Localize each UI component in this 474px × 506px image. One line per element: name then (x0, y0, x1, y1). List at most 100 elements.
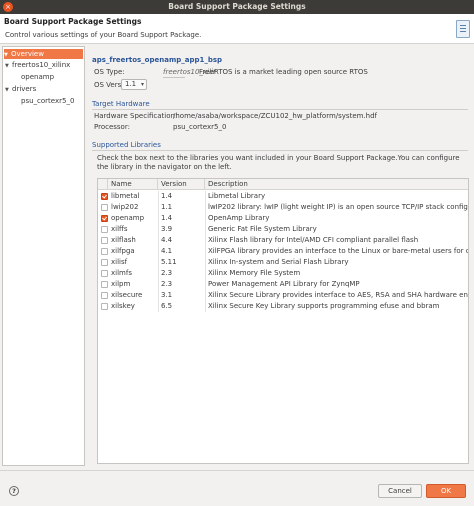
library-name: xilisf (111, 258, 128, 266)
library-description: lwIP202 library: lwIP (light weight IP) … (208, 203, 469, 211)
column-divider (205, 191, 206, 202)
column-divider (158, 279, 159, 290)
library-description: Libmetal Library (208, 192, 266, 200)
table-row[interactable]: xilffs 3.9 Generic Fat File System Library (98, 224, 468, 235)
hardware-spec-value: /home/asaba/workspace/ZCU102_hw_platform… (173, 112, 378, 120)
column-divider (158, 290, 159, 301)
tree-item-label: Overview (11, 50, 44, 58)
library-version: 5.11 (161, 258, 177, 266)
table-row[interactable]: xilskey 6.5 Xilinx Secure Key Library supp… (98, 301, 468, 312)
column-header-checkbox (98, 179, 108, 190)
os-description: FreeRTOS is a market leading open source… (199, 68, 368, 76)
footer-divider (0, 470, 474, 471)
tree-item-overview[interactable]: ▼ Overview (4, 49, 83, 59)
library-description: Xilinx Flash library for Intel/AMD CFI c… (208, 236, 419, 244)
processor-value: psu_cortexr5_0 (173, 123, 227, 131)
tree-item-label: freertos10_xilinx (12, 61, 71, 69)
column-divider (205, 224, 206, 235)
library-checkbox[interactable] (101, 215, 108, 222)
table-row[interactable]: libmetal 1.4 Libmetal Library (98, 191, 468, 202)
library-version: 1.1 (161, 203, 173, 211)
dialog-header: Board Support Package Settings Control v… (0, 14, 474, 44)
expand-arrow-icon[interactable]: ▼ (5, 61, 12, 71)
supported-libraries-heading: Supported Libraries (92, 141, 161, 149)
library-description: Xilinx Secure Key Library supports progr… (208, 302, 440, 310)
library-description: Generic Fat File System Library (208, 225, 317, 233)
library-version: 3.9 (161, 225, 173, 233)
library-description: Xilinx Memory File System (208, 269, 301, 277)
bsp-name: aps_freertos_openamp_app1_bsp (92, 56, 223, 64)
column-divider (205, 257, 206, 268)
column-divider (205, 246, 206, 257)
library-checkbox[interactable] (101, 270, 108, 277)
library-description: OpenAmp Library (208, 214, 270, 222)
table-row[interactable]: xilisf 5.11 Xilinx In-system and Serial Fl… (98, 257, 468, 268)
column-header-name[interactable]: Name (108, 179, 158, 190)
library-name: xilskey (111, 302, 135, 310)
window-title: Board Support Package Settings (168, 2, 306, 11)
library-checkbox[interactable] (101, 259, 108, 266)
column-divider (205, 202, 206, 213)
library-name: xilpm (111, 280, 131, 288)
column-divider (158, 202, 159, 213)
processor-label: Processor: (94, 123, 130, 131)
ok-button[interactable]: OK (426, 484, 466, 498)
table-row[interactable]: xilpm 2.3 Power Management API Library for… (98, 279, 468, 290)
library-checkbox[interactable] (101, 237, 108, 244)
column-divider (158, 257, 159, 268)
tree-item-drivers[interactable]: ▼ drivers (5, 84, 36, 94)
library-checkbox[interactable] (101, 226, 108, 233)
library-description: XilFPGA library provides an interface to… (208, 247, 468, 255)
settings-document-icon (456, 20, 470, 38)
table-row[interactable]: lwip202 1.1 lwIP202 library: lwIP (light w… (98, 202, 469, 213)
window-titlebar: × Board Support Package Settings (0, 0, 474, 14)
supported-libraries-description: Check the box next to the libraries you … (97, 154, 460, 171)
table-row[interactable]: xilsecure 3.1 Xilinx Secure Library provid… (98, 290, 468, 301)
os-version-select[interactable]: 1.1 ▾ (121, 79, 147, 90)
column-divider (158, 191, 159, 202)
library-checkbox[interactable] (101, 193, 108, 200)
cancel-button[interactable]: Cancel (378, 484, 422, 498)
navigation-tree: ▼ Overview ▼ freertos10_xilinx openamp ▼ dr… (2, 46, 85, 466)
column-divider (158, 246, 159, 257)
column-divider (205, 235, 206, 246)
dialog-title: Board Support Package Settings (4, 17, 142, 26)
library-checkbox[interactable] (101, 303, 108, 310)
tree-item-label: drivers (12, 85, 37, 93)
library-checkbox[interactable] (101, 204, 108, 211)
library-name: xilflash (111, 236, 136, 244)
target-hardware-heading: Target Hardware (92, 100, 150, 108)
library-version: 2.3 (161, 269, 173, 277)
library-checkbox[interactable] (101, 248, 108, 255)
table-row[interactable]: xilflash 4.4 Xilinx Flash library for Inte… (98, 235, 468, 246)
column-header-version[interactable]: Version (158, 179, 205, 190)
table-row[interactable]: xilmfs 2.3 Xilinx Memory File System (98, 268, 468, 279)
column-divider (158, 268, 159, 279)
expand-arrow-icon[interactable]: ▼ (4, 50, 11, 60)
library-description: Xilinx In-system and Serial Flash Librar… (208, 258, 349, 266)
tree-item-openamp[interactable]: openamp (21, 72, 54, 82)
column-header-description[interactable]: Description (205, 179, 468, 190)
library-version: 4.4 (161, 236, 173, 244)
tree-item-psu-cortexr5-0[interactable]: psu_cortexr5_0 (21, 96, 74, 106)
library-name: libmetal (111, 192, 140, 200)
library-version: 2.3 (161, 280, 173, 288)
tree-item-freertos10-xilinx[interactable]: ▼ freertos10_xilinx (5, 60, 70, 70)
hardware-spec-label: Hardware Specification: (94, 112, 178, 120)
library-checkbox[interactable] (101, 281, 108, 288)
libraries-table: Name Version Description libmetal 1.4 Libm… (97, 178, 469, 464)
library-name: xilffs (111, 225, 128, 233)
expand-arrow-icon[interactable]: ▼ (5, 85, 12, 95)
table-row[interactable]: openamp 1.4 OpenAmp Library (98, 213, 468, 224)
table-row[interactable]: xilfpga 4.1 XilFPGA library provides an in… (98, 246, 468, 257)
library-description: Power Management API Library for ZynqMP (208, 280, 360, 288)
column-divider (158, 213, 159, 224)
library-checkbox[interactable] (101, 292, 108, 299)
column-divider (205, 301, 206, 312)
library-version: 1.4 (161, 214, 173, 222)
library-version: 1.4 (161, 192, 173, 200)
library-version: 4.1 (161, 247, 173, 255)
os-type-label: OS Type: (94, 68, 125, 76)
help-icon[interactable]: ? (9, 486, 19, 496)
chevron-down-icon: ▾ (140, 81, 144, 88)
